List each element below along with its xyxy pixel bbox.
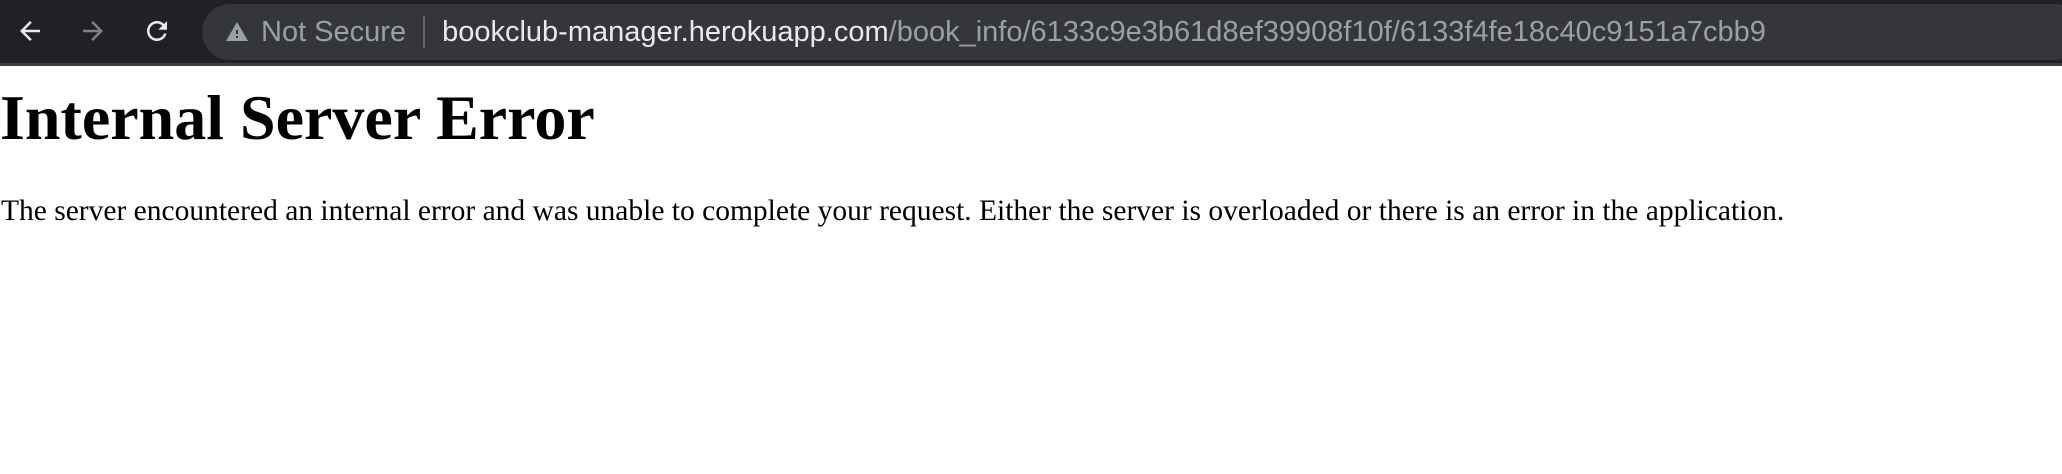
forward-arrow-icon <box>83 21 103 41</box>
reload-icon <box>147 21 167 41</box>
security-status-label[interactable]: Not Secure <box>261 16 406 49</box>
url-text[interactable]: bookclub-manager.herokuapp.com/book_info… <box>442 16 1766 49</box>
error-message: The server encountered an internal error… <box>1 195 1785 227</box>
page-content: Internal Server Error The server encount… <box>0 66 2062 229</box>
url-path: /book_info/6133c9e3b61d8ef39908f10f/6133… <box>888 15 1766 48</box>
back-arrow-icon <box>20 21 40 41</box>
reload-button[interactable] <box>136 10 178 52</box>
address-bar[interactable]: Not Secure bookclub-manager.herokuapp.co… <box>202 4 2062 60</box>
forward-button[interactable] <box>72 10 114 52</box>
error-title: Internal Server Error <box>0 82 595 153</box>
warning-triangle-icon[interactable] <box>223 18 251 46</box>
back-button[interactable] <box>9 10 51 52</box>
browser-toolbar: Not Secure bookclub-manager.herokuapp.co… <box>0 0 2062 66</box>
url-host: bookclub-manager.herokuapp.com <box>442 15 889 48</box>
address-bar-divider <box>423 16 426 48</box>
